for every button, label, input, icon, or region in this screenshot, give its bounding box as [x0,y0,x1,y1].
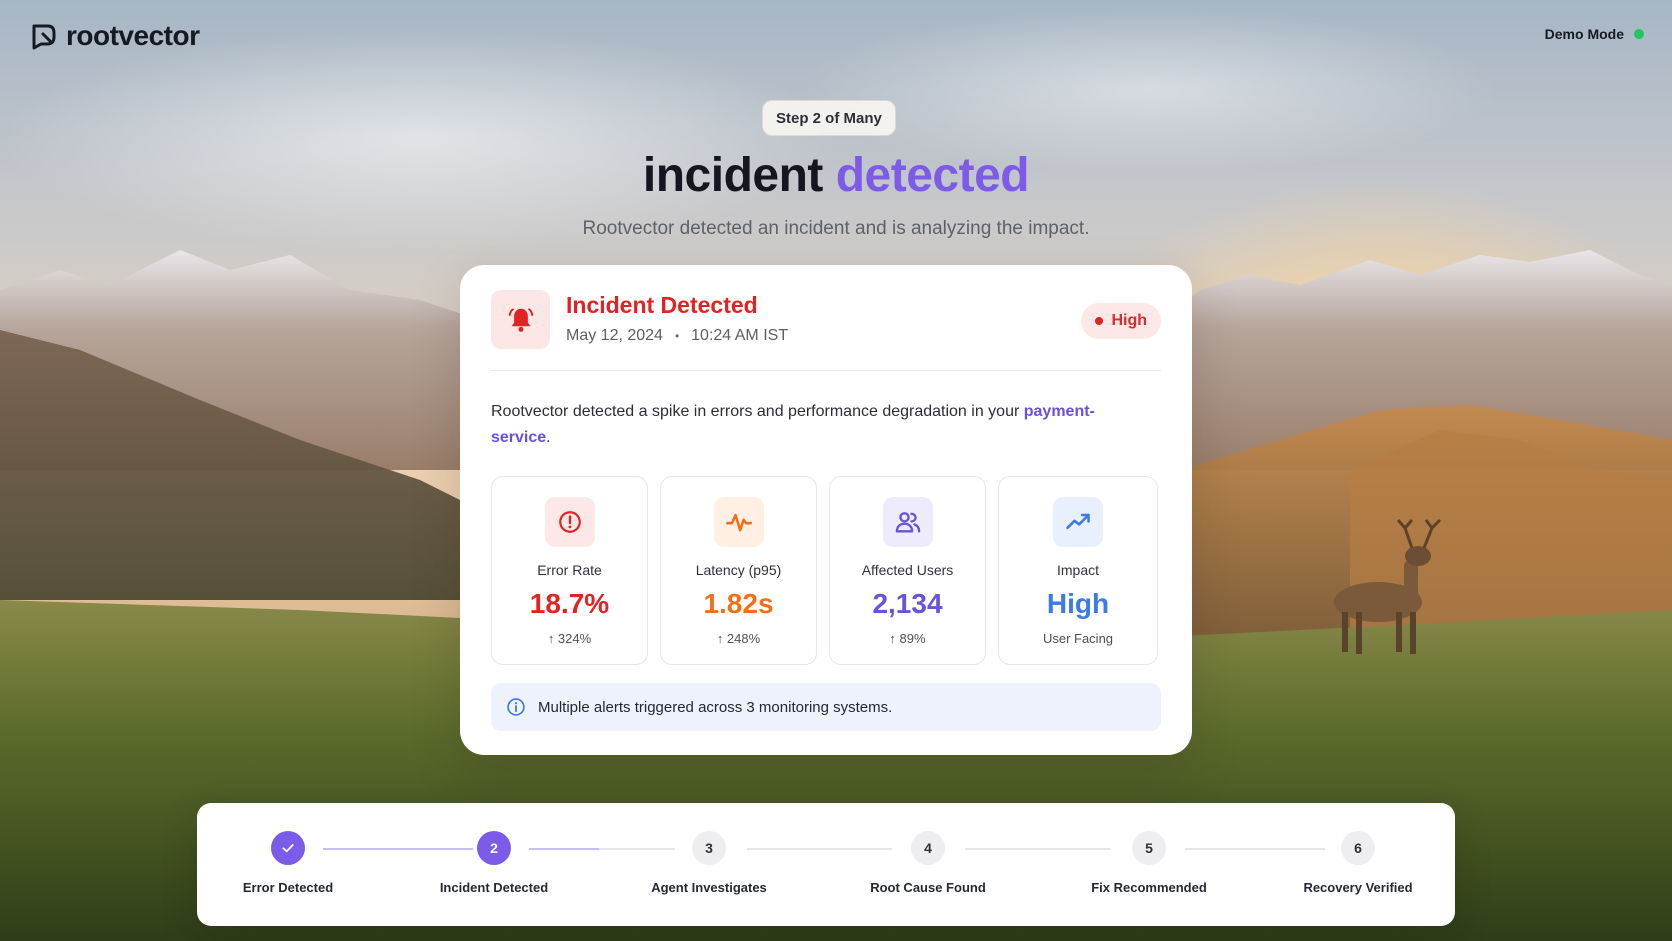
metrics-grid: Error Rate 18.7% ↑ 324% Latency (p95) 1.… [491,476,1161,665]
metric-card-error-rate: Error Rate 18.7% ↑ 324% [491,476,648,665]
step-circle: 3 [692,831,726,865]
metric-delta: ↑ 324% [547,631,592,646]
metric-card-impact: Impact High User Facing [998,476,1158,665]
title-part-incident: incident [642,149,824,202]
incident-meta: May 12, 2024 • 10:24 AM IST [566,327,788,345]
step-circle: 6 [1341,831,1375,865]
metric-delta: User Facing [1042,631,1114,646]
info-text: Multiple alerts triggered across 3 monit… [538,698,893,716]
metric-icon-box [544,497,595,547]
page-title: incident detected [0,148,1672,203]
step-pill: Step 2 of Many [762,100,896,136]
info-icon [507,698,525,716]
status-dot-icon [1634,29,1644,39]
progress-stepper: Error Detected 2 Incident Detected 3 Age… [197,803,1455,926]
incident-icon-box [491,290,550,349]
metric-icon-box [1053,497,1103,547]
page-subtitle: Rootvector detected an incident and is a… [582,218,1090,239]
metric-delta: ↑ 248% [716,631,761,646]
step-label: Recovery Verified [1303,880,1413,895]
incident-date: May 12, 2024 [566,327,663,344]
severity-dot-icon [1095,317,1104,325]
step-label: Root Cause Found [870,880,986,895]
step-label: Fix Recommended [1091,880,1207,895]
metric-value: High [1046,588,1110,619]
incident-card: Incident Detected May 12, 2024 • 10:24 A… [460,265,1192,755]
activity-icon [725,513,752,532]
step-circle [271,831,305,865]
incident-card-header: Incident Detected May 12, 2024 • 10:24 A… [491,265,1161,371]
step-circle: 5 [1132,831,1166,865]
incident-description: Rootvector detected a spike in errors an… [491,399,1111,451]
metric-icon-box [882,497,933,547]
step-incident-detected[interactable]: 2 Incident Detected [404,831,584,895]
users-icon [895,512,920,533]
step-circle: 4 [911,831,945,865]
step-recovery-verified[interactable]: 6 Recovery Verified [1268,831,1448,895]
severity-label: High [1111,312,1147,329]
rootvector-logo-icon [32,24,56,50]
metric-value: 2,134 [872,588,943,619]
alert-circle-icon [558,511,581,533]
step-root-cause-found[interactable]: 4 Root Cause Found [838,831,1018,895]
brand-logo[interactable]: rootvector [30,20,200,52]
title-part-detected: detected [835,149,1030,202]
metric-card-affected-users: Affected Users 2,134 ↑ 89% [829,476,986,665]
meta-separator: • [674,329,680,343]
step-agent-investigates[interactable]: 3 Agent Investigates [619,831,799,895]
brand-name: rootvector [66,20,200,51]
metric-label: Affected Users [861,562,954,578]
step-label: Agent Investigates [651,880,767,895]
metric-icon-box [713,497,764,547]
bell-icon [508,307,533,332]
step-label: Error Detected [242,880,334,895]
info-banner: Multiple alerts triggered across 3 monit… [491,683,1161,731]
step-label: Incident Detected [439,880,549,895]
metric-value: 1.82s [703,588,774,619]
description-suffix: . [546,429,551,446]
metric-label: Impact [1056,562,1099,578]
incident-title: Incident Detected [566,292,758,318]
trending-up-icon [1066,513,1090,530]
description-text: Rootvector detected a spike in errors an… [491,403,1020,420]
metric-delta: ↑ 89% [889,631,926,646]
metric-value: 18.7% [529,588,610,619]
metric-label: Latency (p95) [695,562,782,578]
step-fix-recommended[interactable]: 5 Fix Recommended [1059,831,1239,895]
step-error-detected[interactable]: Error Detected [198,831,378,895]
demo-mode-indicator[interactable]: Demo Mode [1545,26,1644,42]
step-circle: 2 [477,831,511,865]
incident-time: 10:24 AM IST [691,327,789,344]
demo-mode-label: Demo Mode [1544,26,1624,42]
metric-label: Error Rate [537,562,602,578]
metric-card-latency: Latency (p95) 1.82s ↑ 248% [660,476,817,665]
check-icon [282,844,294,853]
severity-badge: High [1081,303,1161,339]
